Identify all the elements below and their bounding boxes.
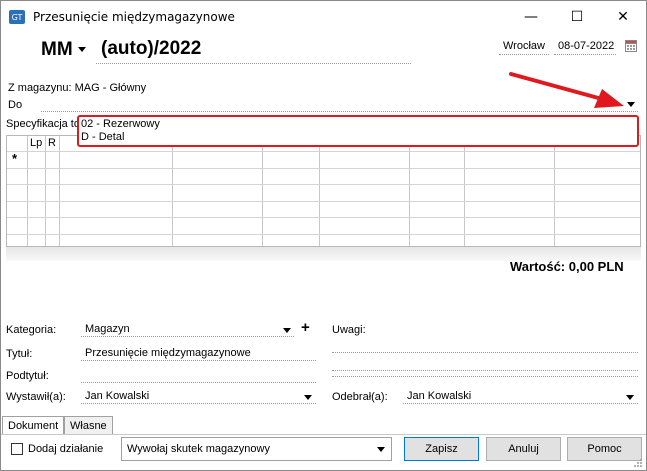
source-warehouse-label: Z magazynu: MAG - Główny [8, 82, 147, 94]
cancel-button[interactable]: Anuluj [486, 437, 561, 461]
grid-column-divider [262, 136, 263, 246]
total-value: Wartość: 0,00 PLN [510, 259, 624, 274]
remarks-field-line[interactable] [332, 356, 638, 371]
title-label: Tytuł: [6, 348, 33, 360]
subtitle-label: Podtytuł: [6, 370, 49, 382]
maximize-button[interactable]: ☐ [554, 1, 600, 33]
document-number: (auto)/2022 [101, 38, 202, 59]
remarks-field-line[interactable] [332, 374, 638, 377]
column-header-lp[interactable]: Lp [30, 137, 42, 149]
svg-text:GT: GT [12, 13, 23, 22]
grid-row-divider [7, 234, 640, 235]
add-action-checkbox[interactable] [11, 443, 23, 455]
resize-grip-icon[interactable] [633, 458, 643, 468]
remarks-label: Uwagi: [332, 324, 366, 336]
remarks-field[interactable] [332, 338, 638, 353]
help-button[interactable]: Pomoc [567, 437, 642, 461]
grid-column-divider [409, 136, 410, 246]
column-header-r[interactable]: R [48, 137, 56, 149]
category-label: Kategoria: [6, 324, 57, 336]
grid-column-divider [59, 136, 60, 246]
grid-column-divider [319, 136, 320, 246]
minimize-button[interactable]: — [508, 1, 554, 33]
date-value: 08-07-2022 [558, 40, 615, 52]
calendar-icon[interactable] [625, 40, 637, 52]
issued-by-label: Wystawił(a): [6, 391, 66, 403]
window-title: Przesunięcie międzymagazynowe [33, 10, 235, 24]
items-grid[interactable]: Lp R * [6, 135, 641, 247]
place-value: Wrocław [503, 40, 545, 52]
tab-document[interactable]: Dokument [2, 416, 65, 435]
add-category-button[interactable]: + [301, 319, 310, 336]
chevron-down-icon[interactable] [283, 328, 291, 333]
grid-column-divider [27, 136, 28, 246]
grid-column-divider [464, 136, 465, 246]
title-value: Przesunięcie międzymagazynowe [85, 347, 251, 359]
red-arrow-annotation [509, 72, 624, 108]
window: GT Przesunięcie międzymagazynowe — ☐ ✕ M… [0, 0, 647, 471]
grid-column-divider [172, 136, 173, 246]
category-value: Magazyn [85, 323, 130, 335]
close-button[interactable]: ✕ [600, 1, 646, 33]
grid-column-divider [45, 136, 46, 246]
received-by-value: Jan Kowalski [407, 390, 472, 402]
target-warehouse-label: Do [8, 99, 23, 111]
new-row-marker: * [12, 151, 18, 166]
chevron-down-icon[interactable] [304, 395, 312, 400]
issued-by-value: Jan Kowalski [85, 390, 150, 402]
title-bar: GT Przesunięcie międzymagazynowe — ☐ ✕ [1, 1, 646, 33]
document-form: MM (auto)/2022 Wrocław 08-07-2022 Z maga… [1, 33, 646, 470]
tab-custom[interactable]: Własne [64, 416, 113, 435]
chevron-down-icon[interactable] [627, 102, 635, 107]
received-by-label: Odebrał(a): [332, 391, 388, 403]
divider [1, 434, 646, 435]
save-button[interactable]: Zapisz [404, 437, 479, 461]
action-select[interactable]: Wywołaj skutek magazynowy [121, 437, 392, 461]
grid-row-divider [7, 201, 640, 202]
grid-row-divider [7, 217, 640, 218]
app-icon: GT [9, 10, 25, 24]
grid-column-divider [554, 136, 555, 246]
grid-row-divider [7, 151, 640, 152]
grid-row-divider [7, 168, 640, 169]
chevron-down-icon[interactable] [626, 395, 634, 400]
chevron-down-icon[interactable] [377, 447, 385, 452]
add-action-label: Dodaj działanie [28, 443, 104, 455]
specification-label: Specyfikacja to [6, 118, 80, 130]
document-type-selector[interactable]: MM [41, 39, 73, 61]
chevron-down-icon[interactable] [78, 47, 86, 52]
red-highlight-box [77, 115, 639, 147]
action-select-value: Wywołaj skutek magazynowy [127, 443, 270, 455]
grid-row-divider [7, 184, 640, 185]
subtitle-field[interactable] [81, 368, 316, 383]
